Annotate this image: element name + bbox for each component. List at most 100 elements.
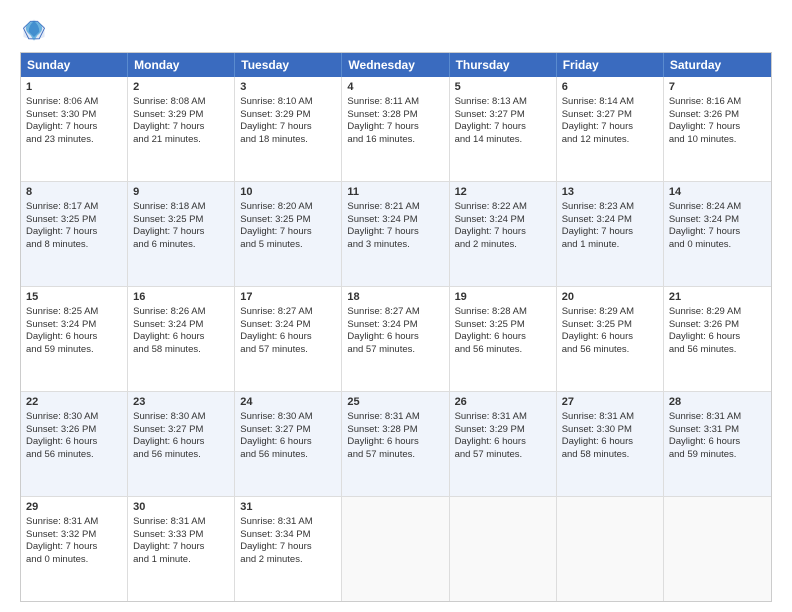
cal-cell: 18Sunrise: 8:27 AM Sunset: 3:24 PM Dayli…: [342, 287, 449, 391]
day-number: 10: [240, 185, 336, 200]
day-info: Sunrise: 8:31 AM Sunset: 3:30 PM Dayligh…: [562, 411, 634, 460]
day-info: Sunrise: 8:31 AM Sunset: 3:34 PM Dayligh…: [240, 516, 312, 565]
day-number: 15: [26, 290, 122, 305]
page-header: [20, 16, 772, 44]
day-number: 4: [347, 80, 443, 95]
day-number: 14: [669, 185, 766, 200]
day-number: 31: [240, 500, 336, 515]
day-info: Sunrise: 8:27 AM Sunset: 3:24 PM Dayligh…: [240, 306, 312, 355]
header-cell-wednesday: Wednesday: [342, 53, 449, 77]
cal-cell: 10Sunrise: 8:20 AM Sunset: 3:25 PM Dayli…: [235, 182, 342, 286]
day-number: 29: [26, 500, 122, 515]
cal-cell: 28Sunrise: 8:31 AM Sunset: 3:31 PM Dayli…: [664, 392, 771, 496]
cal-cell: [342, 497, 449, 601]
day-info: Sunrise: 8:13 AM Sunset: 3:27 PM Dayligh…: [455, 96, 527, 145]
cal-cell: 19Sunrise: 8:28 AM Sunset: 3:25 PM Dayli…: [450, 287, 557, 391]
day-number: 19: [455, 290, 551, 305]
day-number: 12: [455, 185, 551, 200]
cal-cell: 22Sunrise: 8:30 AM Sunset: 3:26 PM Dayli…: [21, 392, 128, 496]
header-cell-friday: Friday: [557, 53, 664, 77]
cal-cell: 13Sunrise: 8:23 AM Sunset: 3:24 PM Dayli…: [557, 182, 664, 286]
cal-cell: [450, 497, 557, 601]
day-info: Sunrise: 8:25 AM Sunset: 3:24 PM Dayligh…: [26, 306, 98, 355]
calendar: SundayMondayTuesdayWednesdayThursdayFrid…: [20, 52, 772, 602]
day-number: 26: [455, 395, 551, 410]
cal-cell: 7Sunrise: 8:16 AM Sunset: 3:26 PM Daylig…: [664, 77, 771, 181]
day-number: 7: [669, 80, 766, 95]
day-info: Sunrise: 8:22 AM Sunset: 3:24 PM Dayligh…: [455, 201, 527, 250]
cal-cell: 27Sunrise: 8:31 AM Sunset: 3:30 PM Dayli…: [557, 392, 664, 496]
day-number: 27: [562, 395, 658, 410]
day-info: Sunrise: 8:31 AM Sunset: 3:31 PM Dayligh…: [669, 411, 741, 460]
day-info: Sunrise: 8:18 AM Sunset: 3:25 PM Dayligh…: [133, 201, 205, 250]
cal-cell: 5Sunrise: 8:13 AM Sunset: 3:27 PM Daylig…: [450, 77, 557, 181]
day-number: 13: [562, 185, 658, 200]
day-number: 18: [347, 290, 443, 305]
cal-cell: 21Sunrise: 8:29 AM Sunset: 3:26 PM Dayli…: [664, 287, 771, 391]
day-number: 3: [240, 80, 336, 95]
cal-cell: [557, 497, 664, 601]
day-info: Sunrise: 8:31 AM Sunset: 3:32 PM Dayligh…: [26, 516, 98, 565]
cal-cell: 17Sunrise: 8:27 AM Sunset: 3:24 PM Dayli…: [235, 287, 342, 391]
day-number: 20: [562, 290, 658, 305]
cal-cell: 12Sunrise: 8:22 AM Sunset: 3:24 PM Dayli…: [450, 182, 557, 286]
day-number: 5: [455, 80, 551, 95]
day-info: Sunrise: 8:27 AM Sunset: 3:24 PM Dayligh…: [347, 306, 419, 355]
cal-cell: 2Sunrise: 8:08 AM Sunset: 3:29 PM Daylig…: [128, 77, 235, 181]
day-number: 23: [133, 395, 229, 410]
cal-cell: 20Sunrise: 8:29 AM Sunset: 3:25 PM Dayli…: [557, 287, 664, 391]
day-number: 6: [562, 80, 658, 95]
day-number: 28: [669, 395, 766, 410]
calendar-row-5: 29Sunrise: 8:31 AM Sunset: 3:32 PM Dayli…: [21, 497, 771, 601]
day-info: Sunrise: 8:14 AM Sunset: 3:27 PM Dayligh…: [562, 96, 634, 145]
cal-cell: 14Sunrise: 8:24 AM Sunset: 3:24 PM Dayli…: [664, 182, 771, 286]
cal-cell: 29Sunrise: 8:31 AM Sunset: 3:32 PM Dayli…: [21, 497, 128, 601]
day-info: Sunrise: 8:23 AM Sunset: 3:24 PM Dayligh…: [562, 201, 634, 250]
header-cell-thursday: Thursday: [450, 53, 557, 77]
calendar-body: 1Sunrise: 8:06 AM Sunset: 3:30 PM Daylig…: [21, 77, 771, 601]
day-number: 11: [347, 185, 443, 200]
day-info: Sunrise: 8:16 AM Sunset: 3:26 PM Dayligh…: [669, 96, 741, 145]
cal-cell: 16Sunrise: 8:26 AM Sunset: 3:24 PM Dayli…: [128, 287, 235, 391]
day-info: Sunrise: 8:30 AM Sunset: 3:27 PM Dayligh…: [240, 411, 312, 460]
cal-cell: 9Sunrise: 8:18 AM Sunset: 3:25 PM Daylig…: [128, 182, 235, 286]
day-info: Sunrise: 8:20 AM Sunset: 3:25 PM Dayligh…: [240, 201, 312, 250]
day-info: Sunrise: 8:10 AM Sunset: 3:29 PM Dayligh…: [240, 96, 312, 145]
cal-cell: 6Sunrise: 8:14 AM Sunset: 3:27 PM Daylig…: [557, 77, 664, 181]
day-number: 9: [133, 185, 229, 200]
logo: [20, 16, 52, 44]
day-number: 1: [26, 80, 122, 95]
day-info: Sunrise: 8:17 AM Sunset: 3:25 PM Dayligh…: [26, 201, 98, 250]
day-info: Sunrise: 8:30 AM Sunset: 3:27 PM Dayligh…: [133, 411, 205, 460]
day-info: Sunrise: 8:11 AM Sunset: 3:28 PM Dayligh…: [347, 96, 419, 145]
calendar-row-1: 1Sunrise: 8:06 AM Sunset: 3:30 PM Daylig…: [21, 77, 771, 182]
day-info: Sunrise: 8:28 AM Sunset: 3:25 PM Dayligh…: [455, 306, 527, 355]
header-cell-tuesday: Tuesday: [235, 53, 342, 77]
day-info: Sunrise: 8:26 AM Sunset: 3:24 PM Dayligh…: [133, 306, 205, 355]
day-info: Sunrise: 8:30 AM Sunset: 3:26 PM Dayligh…: [26, 411, 98, 460]
calendar-row-3: 15Sunrise: 8:25 AM Sunset: 3:24 PM Dayli…: [21, 287, 771, 392]
cal-cell: 23Sunrise: 8:30 AM Sunset: 3:27 PM Dayli…: [128, 392, 235, 496]
day-info: Sunrise: 8:29 AM Sunset: 3:26 PM Dayligh…: [669, 306, 741, 355]
cal-cell: 8Sunrise: 8:17 AM Sunset: 3:25 PM Daylig…: [21, 182, 128, 286]
day-info: Sunrise: 8:24 AM Sunset: 3:24 PM Dayligh…: [669, 201, 741, 250]
cal-cell: 4Sunrise: 8:11 AM Sunset: 3:28 PM Daylig…: [342, 77, 449, 181]
day-number: 2: [133, 80, 229, 95]
cal-cell: 24Sunrise: 8:30 AM Sunset: 3:27 PM Dayli…: [235, 392, 342, 496]
day-number: 25: [347, 395, 443, 410]
day-info: Sunrise: 8:31 AM Sunset: 3:29 PM Dayligh…: [455, 411, 527, 460]
cal-cell: 11Sunrise: 8:21 AM Sunset: 3:24 PM Dayli…: [342, 182, 449, 286]
cal-cell: 31Sunrise: 8:31 AM Sunset: 3:34 PM Dayli…: [235, 497, 342, 601]
logo-icon: [20, 16, 48, 44]
day-number: 16: [133, 290, 229, 305]
day-info: Sunrise: 8:31 AM Sunset: 3:28 PM Dayligh…: [347, 411, 419, 460]
header-cell-saturday: Saturday: [664, 53, 771, 77]
day-info: Sunrise: 8:21 AM Sunset: 3:24 PM Dayligh…: [347, 201, 419, 250]
calendar-header: SundayMondayTuesdayWednesdayThursdayFrid…: [21, 53, 771, 77]
header-cell-monday: Monday: [128, 53, 235, 77]
day-info: Sunrise: 8:29 AM Sunset: 3:25 PM Dayligh…: [562, 306, 634, 355]
cal-cell: 25Sunrise: 8:31 AM Sunset: 3:28 PM Dayli…: [342, 392, 449, 496]
day-info: Sunrise: 8:06 AM Sunset: 3:30 PM Dayligh…: [26, 96, 98, 145]
day-number: 21: [669, 290, 766, 305]
day-number: 24: [240, 395, 336, 410]
